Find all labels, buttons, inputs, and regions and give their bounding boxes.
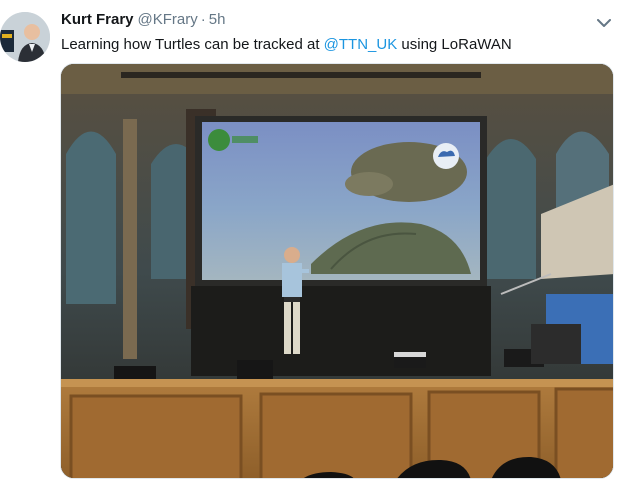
- chevron-down-icon[interactable]: [594, 13, 614, 33]
- tweet-timestamp[interactable]: 5h: [209, 11, 226, 28]
- stage-photo: [61, 64, 613, 478]
- avatar-image: [0, 12, 50, 62]
- tweet-text-before: Learning how Turtles can be tracked at: [61, 36, 324, 53]
- tweet-text-after: using LoRaWAN: [397, 36, 512, 53]
- tweet-text: Learning how Turtles can be tracked at @…: [61, 35, 512, 55]
- author-handle[interactable]: @KFrary: [138, 11, 198, 28]
- avatar[interactable]: [0, 12, 50, 62]
- tweet: Kurt Frary @KFrary · 5h Learning how Turtle…: [0, 0, 624, 492]
- separator-dot: ·: [200, 11, 206, 28]
- tweet-header: Kurt Frary @KFrary · 5h: [61, 11, 225, 29]
- mention-link[interactable]: @TTN_UK: [324, 36, 398, 53]
- tweet-photo[interactable]: [60, 63, 614, 479]
- author-name[interactable]: Kurt Frary: [61, 11, 134, 28]
